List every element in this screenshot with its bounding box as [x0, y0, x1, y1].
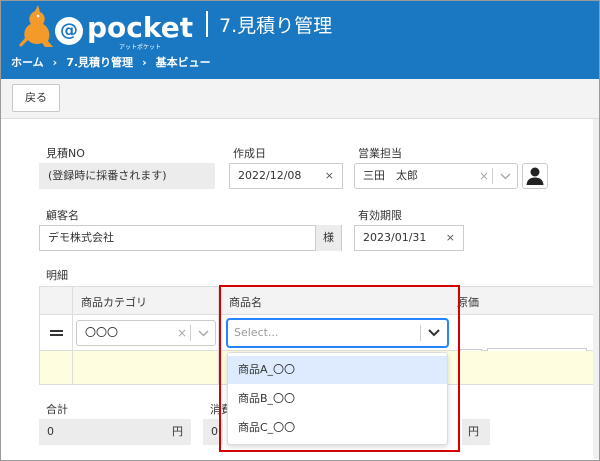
header-divider: [206, 11, 208, 37]
created-date-field[interactable]: 2022/12/08 ×: [229, 163, 343, 189]
logo-name: pocket: [87, 11, 194, 44]
app-header: @ pocket アットポケット 7.見積り管理 ホーム › 7.見積り管理 ›…: [1, 1, 599, 79]
sales-rep-label: 営業担当: [358, 147, 402, 160]
clear-icon[interactable]: ×: [177, 321, 187, 345]
created-date-label: 作成日: [233, 147, 266, 160]
total-label: 合計: [46, 403, 68, 416]
chevron-down-icon[interactable]: [500, 164, 511, 197]
sales-rep-value: 三田 太郎: [363, 169, 418, 182]
quote-no-field: (登録時に採番されます): [39, 163, 215, 189]
customer-value: デモ株式会社: [48, 231, 114, 244]
total-unit: 円: [172, 425, 183, 438]
product-option-b[interactable]: 商品B_〇〇: [228, 385, 447, 413]
logo-at-mark: @: [55, 17, 83, 45]
breadcrumb-separator-icon: ›: [52, 55, 58, 69]
customer-label: 顧客名: [46, 209, 79, 222]
vertical-scrollbar[interactable]: [593, 119, 599, 459]
col-header-category: 商品カテゴリ: [81, 296, 147, 309]
pocket-logo[interactable]: @ pocket アットポケット: [15, 5, 193, 51]
product-dropdown-menu: 商品A_〇〇 商品B_〇〇 商品C_〇〇: [227, 352, 448, 445]
back-button[interactable]: 戻る: [12, 84, 60, 112]
app-window: @ pocket アットポケット 7.見積り管理 ホーム › 7.見積り管理 ›…: [0, 0, 600, 461]
kangaroo-icon: [19, 5, 53, 47]
table-border: [72, 287, 73, 385]
breadcrumb-separator-icon: ›: [142, 55, 147, 69]
expiry-label: 有効期限: [358, 209, 402, 222]
total-value: 0: [47, 425, 54, 438]
clear-icon[interactable]: ×: [479, 164, 489, 188]
details-section-label: 明細: [46, 269, 68, 282]
expiry-date-value: 2023/01/31: [363, 231, 427, 244]
logo-subtitle: アットポケット: [119, 44, 162, 51]
breadcrumb-home[interactable]: ホーム: [11, 54, 44, 70]
toolbar: 戻る: [1, 79, 599, 119]
product-option-c[interactable]: 商品C_〇〇: [228, 414, 447, 442]
product-select-placeholder: Select...: [234, 326, 279, 339]
sales-rep-select[interactable]: 三田 太郎 ×: [354, 163, 518, 189]
user-picker-button[interactable]: [522, 163, 548, 189]
product-select[interactable]: Select...: [227, 319, 448, 347]
breadcrumb: ホーム › 7.見積り管理 › 基本ビュー: [11, 54, 211, 70]
table-border: [39, 287, 40, 385]
category-value: 〇〇〇: [85, 326, 118, 339]
tax-value: 0: [211, 425, 218, 438]
total-amount: 0 円: [39, 419, 191, 445]
page-title: 7.見積り管理: [219, 15, 333, 37]
select-divider: [492, 168, 493, 184]
clear-icon[interactable]: ×: [446, 226, 455, 250]
breadcrumb-quote-management[interactable]: 7.見積り管理: [66, 54, 133, 70]
drag-handle-icon[interactable]: [50, 330, 63, 336]
created-date-value: 2022/12/08: [238, 169, 302, 182]
breadcrumb-basic-view: 基本ビュー: [155, 56, 211, 69]
quote-no-label: 見積NO: [46, 147, 85, 160]
category-select[interactable]: 〇〇〇 ×: [76, 320, 216, 346]
cost-total-unit-box: 円: [462, 419, 490, 445]
chevron-down-icon[interactable]: [198, 321, 209, 354]
col-header-cost: 原価: [457, 296, 479, 309]
user-icon: [526, 167, 544, 185]
select-divider: [190, 325, 191, 341]
select-divider: [420, 325, 421, 341]
chevron-down-icon[interactable]: [428, 320, 440, 355]
cost-total-unit: 円: [468, 425, 479, 438]
customer-field[interactable]: デモ株式会社 様: [39, 225, 342, 251]
expiry-date-field[interactable]: 2023/01/31 ×: [354, 225, 464, 251]
customer-suffix: 様: [315, 225, 341, 251]
product-option-a[interactable]: 商品A_〇〇: [228, 356, 447, 384]
clear-icon[interactable]: ×: [325, 164, 334, 188]
